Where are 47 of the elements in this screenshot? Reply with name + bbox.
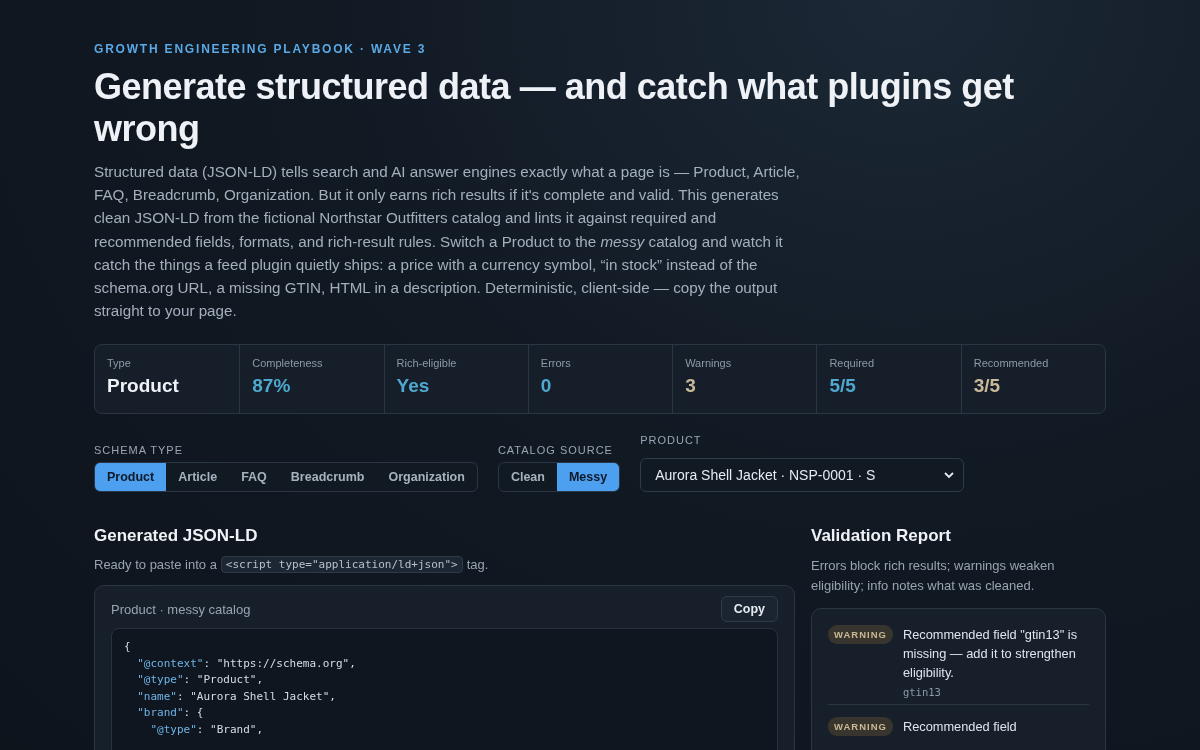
stat-label: Errors: [540, 357, 572, 370]
segment-tab[interactable]: Messy: [556, 463, 620, 492]
section-subtitle: Errors block rich results; warnings weaken eligibility; info notes what was cleaned.: [811, 557, 1056, 596]
stat-value: Yes: [396, 375, 431, 398]
stat-value: 3/5: [973, 375, 1002, 398]
copy-button[interactable]: Copy: [720, 596, 778, 623]
stat-value: 5/5: [829, 375, 857, 398]
code-line: "name": "Aurora Shell Jacket",: [136, 688, 337, 705]
stat-value: Product: [107, 375, 180, 398]
code-line: "brand": {: [136, 705, 205, 722]
section-heading: Generated JSON-LD: [94, 526, 259, 547]
card-title: Product · messy catalog: [111, 601, 251, 617]
segment-tab[interactable]: Product: [95, 463, 167, 492]
field-name: gtin13: [902, 686, 942, 699]
product-select[interactable]: Aurora Shell Jacket · NSP-0001 · S: [640, 458, 965, 493]
level-badge: WARNING: [828, 717, 893, 737]
code-line: "@context": "https://schema.org",: [136, 655, 357, 672]
segment-tab[interactable]: Clean: [498, 463, 557, 492]
hint-text: tag.: [466, 557, 489, 573]
hint-text: Ready to paste into a: [94, 557, 217, 573]
section-heading: Validation Report: [811, 526, 952, 547]
page-title: Generate structured data — and catch what plugins get wrong: [94, 66, 1015, 150]
segment-tab[interactable]: Breadcrumb: [278, 463, 377, 492]
stat-value: 87%: [252, 375, 292, 398]
code-line: "@type": "Product",: [136, 672, 265, 689]
stat-label: Recommended: [973, 357, 1050, 370]
stat-label: Required: [829, 357, 876, 370]
control-label: SCHEMA TYPE: [94, 444, 185, 457]
stat-label: Rich-eligible: [396, 357, 458, 370]
code-line: "@type": "Brand",: [149, 721, 265, 738]
segment-tab[interactable]: Organization: [376, 463, 477, 492]
segment-tab[interactable]: FAQ: [229, 463, 279, 492]
stat-label: Type: [107, 357, 132, 370]
control-label: PRODUCT: [640, 434, 703, 447]
stat-label: Completeness: [252, 357, 324, 370]
issue-message: Recommended field "gtin13" is missing — add it to strengthen eligibility.: [902, 626, 1079, 683]
stat-value: 0: [540, 375, 553, 398]
description: Structured data (JSON-LD) tells search and AI answer engines exactly what a page is — Product, Article, FAQ, Breadcrumb, Organization. But it only earns rich results if it's complete and valid. This generates clean JSON-LD from the fictional Northstar Outfitters catalog and lints it against required and recommended fields, formats, and rich-result rules. Switch a Product to the messy catalog and watch it catch the things a feed plugin quietly ships: a price with a currency symbol, “in stock” instead of the schema.org URL, a missing GTIN, HTML in a description. Deterministic, client-side — copy the output straight to your page.: [94, 162, 801, 322]
inline-code: <script type="application/ld+json">: [220, 556, 463, 574]
stat-label: Warnings: [685, 357, 733, 370]
code-line: {: [124, 639, 132, 656]
stat-value: 3: [685, 375, 697, 398]
level-badge: WARNING: [828, 625, 893, 645]
issue-message: Recommended field: [902, 718, 1017, 737]
control-label: CATALOG SOURCE: [497, 444, 614, 457]
segment-tab[interactable]: Article: [166, 463, 230, 492]
eyebrow: GROWTH ENGINEERING PLAYBOOK · WAVE 3: [94, 42, 428, 56]
